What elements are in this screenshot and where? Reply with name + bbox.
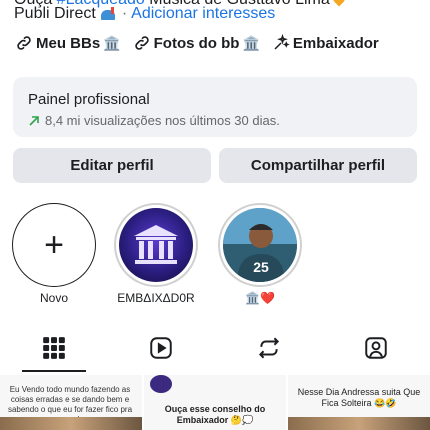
flame-icon <box>330 0 348 7</box>
link-label: Fotos do bb <box>153 34 240 52</box>
highlight-cover[interactable]: 25 <box>218 203 302 287</box>
svg-text:25: 25 <box>253 259 269 275</box>
highlight-label: Novo <box>39 291 68 305</box>
post-caption: Nesse Dia Andressa suita Que Fica Soltei… <box>297 387 421 409</box>
link-fotos-do-bb[interactable]: Fotos do bb 🏛️ <box>133 34 260 52</box>
edit-profile-button[interactable]: Editar perfil <box>13 148 211 183</box>
bank-icon <box>134 225 178 264</box>
trend-up-icon <box>29 115 39 126</box>
sparkle-icon <box>274 34 290 50</box>
link-embaixador[interactable]: Embaixador <box>272 34 379 52</box>
tab-grid[interactable] <box>0 326 108 372</box>
plus-icon: + <box>44 226 64 264</box>
bank-icon: 🏛️ <box>242 34 260 51</box>
tagged-icon <box>365 337 387 359</box>
add-interests-link[interactable]: Adicionar interesses <box>131 5 275 23</box>
link-label: Embaixador <box>292 34 379 52</box>
link-icon <box>134 36 149 50</box>
link-meu-bbs[interactable]: Meu BBs 🏛️ <box>15 34 121 52</box>
panel-stat-text: 8,4 mi visualizações nos últimos 30 dias… <box>45 113 280 128</box>
link-icon <box>17 36 31 50</box>
bank-icon: 🏛️ <box>103 34 121 51</box>
avatar <box>150 375 172 393</box>
post-image <box>0 417 142 430</box>
tab-reels[interactable] <box>108 326 216 370</box>
highlight-personal[interactable]: 25 🏛️❤️ <box>218 203 302 305</box>
grid-icon <box>42 337 65 359</box>
posts-grid: Eu Vendo todo mundo fazendo as coisas er… <box>0 375 430 430</box>
post-caption: Ouça esse conselho do Embaixador 🤔💭 <box>164 404 266 426</box>
reposts-icon <box>258 337 279 359</box>
highlight-new[interactable]: + Novo <box>12 203 96 305</box>
highlight-label: EMBΔIXΔD0R <box>117 291 195 305</box>
reels-icon <box>150 337 172 359</box>
share-profile-button[interactable]: Compartilhar perfil <box>219 148 417 183</box>
person-photo: 25 <box>223 208 297 282</box>
tab-tagged[interactable] <box>323 326 430 370</box>
new-highlight-circle[interactable]: + <box>12 203 96 287</box>
publi-direct-text: Publi Direct <box>14 5 96 22</box>
post-thumbnail[interactable]: Nesse Dia Andressa suita Que Fica Soltei… <box>288 375 430 430</box>
post-image <box>288 417 430 430</box>
highlight-cover[interactable] <box>114 203 198 287</box>
post-thumbnail[interactable]: Eu Vendo todo mundo fazendo as coisas er… <box>0 375 142 430</box>
link-label: Meu BBs <box>36 34 101 52</box>
profile-tabs <box>0 326 430 372</box>
post-thumbnail[interactable]: Ouça esse conselho do Embaixador 🤔💭 <box>144 375 286 430</box>
professional-dashboard[interactable]: Painel profissional 8,4 mi visualizações… <box>13 77 417 137</box>
separator-dot: · <box>121 5 128 22</box>
panel-title: Painel profissional <box>28 91 150 108</box>
tab-reposts[interactable] <box>215 326 323 370</box>
highlight-label: 🏛️❤️ <box>245 291 275 305</box>
panel-stat: 8,4 mi visualizações nos últimos 30 dias… <box>28 113 402 128</box>
profile-links: Meu BBs 🏛️ Fotos do bb 🏛️ Embaixador <box>15 34 379 52</box>
mailbox-icon <box>100 7 118 21</box>
bio-line-2: Publi Direct · Adicionar interesses <box>14 5 275 23</box>
highlight-embaixador[interactable]: EMBΔIXΔD0R <box>114 203 198 305</box>
